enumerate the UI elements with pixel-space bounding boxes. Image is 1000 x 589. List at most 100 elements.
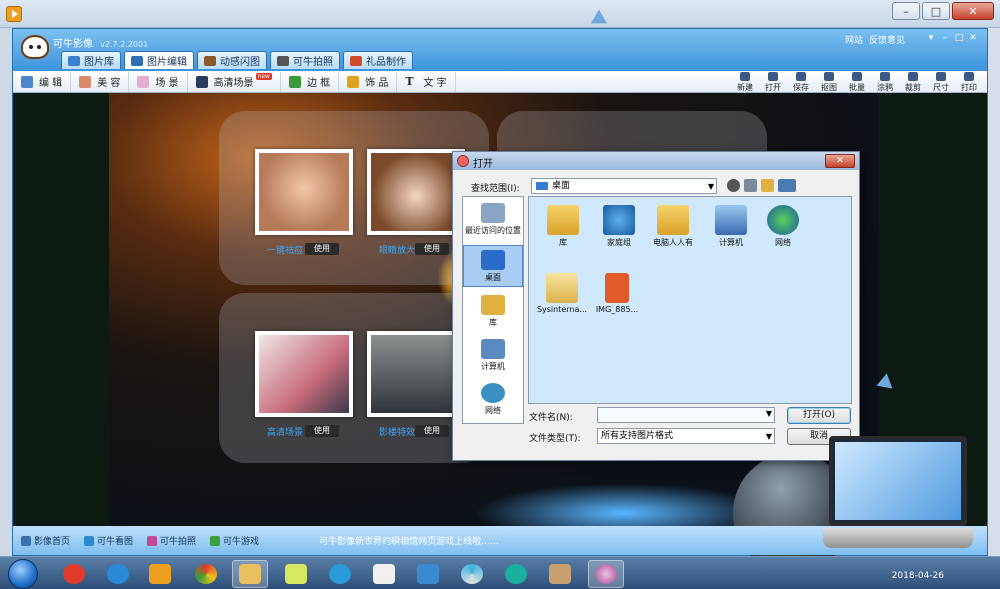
place-network[interactable]: 网络 bbox=[463, 383, 523, 416]
open-button[interactable]: 打开(O) bbox=[787, 407, 851, 424]
place-recent[interactable]: 最近访问的位置 bbox=[463, 203, 523, 236]
up-folder-icon[interactable] bbox=[744, 179, 757, 192]
taskbar-chrome[interactable] bbox=[188, 560, 224, 588]
tab-picture-library[interactable]: 图片库 bbox=[61, 51, 121, 69]
thumb-studio-effect[interactable] bbox=[367, 331, 465, 417]
filetype-dropdown[interactable]: 所有支持图片格式 ▼ bbox=[597, 428, 775, 444]
tool-accessory[interactable]: 饰 品 bbox=[339, 71, 398, 92]
dialog-close-button[interactable]: ✕ bbox=[825, 154, 855, 168]
tool-beauty[interactable]: 美 容 bbox=[71, 71, 130, 92]
lookin-label: 查找范围(I): bbox=[471, 184, 520, 194]
taskbar-explorer[interactable] bbox=[232, 560, 268, 588]
app-close-button[interactable]: ✕ bbox=[967, 33, 979, 43]
tool-open[interactable]: 打开 bbox=[761, 72, 785, 93]
taskbar-keniu[interactable] bbox=[588, 560, 624, 588]
new-folder-icon[interactable] bbox=[761, 179, 774, 192]
taskbar-app-red[interactable] bbox=[56, 560, 92, 588]
app-menu-button[interactable]: ▾ bbox=[925, 33, 937, 43]
thumb-eye-enlarge[interactable] bbox=[367, 149, 465, 235]
taskbar-search-app[interactable] bbox=[322, 560, 358, 588]
wedding-photo bbox=[371, 335, 461, 413]
feature-label[interactable]: 影楼特效 bbox=[379, 425, 415, 438]
tool-doodle[interactable]: 涂鸦 bbox=[873, 72, 897, 93]
tool-resize[interactable]: 尺寸 bbox=[929, 72, 953, 93]
file-item[interactable]: 电脑人人有 bbox=[645, 205, 701, 248]
tab-gift[interactable]: 礼品制作 bbox=[343, 51, 413, 69]
file-item[interactable]: IMG_885... bbox=[591, 273, 643, 314]
status-link-viewer[interactable]: 可牛看图 bbox=[84, 534, 133, 547]
tab-camera[interactable]: 可牛拍照 bbox=[270, 51, 340, 69]
app-minimize-button[interactable]: – bbox=[939, 33, 951, 43]
resize-icon bbox=[936, 72, 946, 81]
tool-label: 编 辑 bbox=[39, 78, 63, 89]
library-folder-icon bbox=[547, 205, 579, 235]
laptop-base bbox=[823, 528, 973, 548]
file-item[interactable]: Sysinterna... bbox=[533, 273, 591, 314]
maximize-button[interactable]: □ bbox=[922, 2, 950, 20]
thumb-acne-removal[interactable] bbox=[255, 149, 353, 235]
tool-label: 打开 bbox=[765, 83, 781, 92]
tab-image-edit[interactable]: 图片编辑 bbox=[124, 51, 194, 69]
file-item[interactable]: 网络 bbox=[757, 205, 809, 248]
feature-label[interactable]: 眼睛放大 bbox=[379, 243, 415, 256]
tool-scene[interactable]: 场 景 bbox=[129, 71, 188, 92]
header-link-feedback[interactable]: 反馈意见 bbox=[869, 33, 905, 46]
minimize-button[interactable]: – bbox=[892, 2, 920, 20]
place-computer[interactable]: 计算机 bbox=[463, 339, 523, 372]
filename-input[interactable]: ▼ bbox=[597, 407, 775, 423]
app-maximize-button[interactable]: □ bbox=[953, 33, 965, 43]
tool-text[interactable]: T 文 字 bbox=[397, 71, 456, 92]
feature-label[interactable]: 一键祛痘 bbox=[267, 243, 303, 256]
tool-print[interactable]: 打印 bbox=[957, 72, 981, 93]
tool-frame[interactable]: 边 框 bbox=[281, 71, 340, 92]
taskbar-word[interactable] bbox=[366, 560, 402, 588]
status-link-camera[interactable]: 可牛拍照 bbox=[147, 534, 196, 547]
tool-label: 批量 bbox=[849, 83, 865, 92]
use-button[interactable]: 使用 bbox=[305, 243, 339, 255]
tool-crop[interactable]: 裁剪 bbox=[901, 72, 925, 93]
taskbar-remote[interactable] bbox=[410, 560, 446, 588]
place-library[interactable]: 库 bbox=[463, 295, 523, 328]
start-orb-icon[interactable] bbox=[8, 559, 38, 589]
network-icon bbox=[767, 205, 799, 235]
taskbar-media-player[interactable] bbox=[142, 560, 178, 588]
new-badge: new bbox=[255, 73, 272, 80]
main-tabs: 图片库 图片编辑 动感闪图 可牛拍照 礼品制作 bbox=[61, 51, 413, 69]
tool-cutout[interactable]: 抠图 bbox=[817, 72, 841, 93]
taskbar-notes[interactable] bbox=[278, 560, 314, 588]
taskbar-ie[interactable] bbox=[100, 560, 136, 588]
file-list: 库 家庭组 电脑人人有 计算机 网络 Sysinterna... IMG_885… bbox=[528, 196, 852, 404]
feature-label[interactable]: 高清场景 bbox=[267, 425, 303, 438]
taskbar-headset[interactable] bbox=[498, 560, 534, 588]
tool-edit[interactable]: 编 辑 bbox=[13, 71, 72, 92]
use-button[interactable]: 使用 bbox=[415, 243, 449, 255]
file-item[interactable]: 计算机 bbox=[705, 205, 757, 248]
file-item[interactable]: 库 bbox=[537, 205, 589, 248]
viewer-icon bbox=[84, 535, 95, 546]
explorer-icon bbox=[239, 564, 261, 584]
thumb-hd-scene[interactable] bbox=[255, 331, 353, 417]
tool-batch[interactable]: 批量 bbox=[845, 72, 869, 93]
tool-new[interactable]: 新建 bbox=[733, 72, 757, 93]
tab-flash-gif[interactable]: 动感闪图 bbox=[197, 51, 267, 69]
use-button[interactable]: 使用 bbox=[305, 425, 339, 437]
status-message[interactable]: 可牛影像新世界约瞬相馆网页游戏上线啦…… bbox=[319, 534, 499, 547]
tool-save[interactable]: 保存 bbox=[789, 72, 813, 93]
close-button[interactable]: ✕ bbox=[952, 2, 994, 20]
status-link-home[interactable]: 影像首页 bbox=[21, 534, 70, 547]
use-button[interactable]: 使用 bbox=[415, 425, 449, 437]
back-icon[interactable] bbox=[727, 179, 740, 192]
taskbar-pinwheel[interactable] bbox=[454, 560, 490, 588]
view-menu-icon[interactable] bbox=[778, 179, 796, 192]
status-link-games[interactable]: 可牛游戏 bbox=[210, 534, 259, 547]
chevron-down-icon[interactable]: ▼ bbox=[766, 409, 772, 418]
tool-hd-scene[interactable]: 高清场景 new bbox=[188, 71, 281, 92]
file-item[interactable]: 家庭组 bbox=[593, 205, 645, 248]
new-icon bbox=[740, 72, 750, 81]
taskbar-paint[interactable] bbox=[542, 560, 578, 588]
header-link-website[interactable]: 网站 bbox=[845, 33, 863, 46]
desktop-edge-right bbox=[988, 28, 1000, 556]
lookin-dropdown[interactable]: 桌面 ▼ bbox=[531, 178, 717, 194]
taskbar-date[interactable]: 2018-04-26 bbox=[892, 571, 944, 581]
place-desktop[interactable]: 桌面 bbox=[463, 245, 523, 287]
